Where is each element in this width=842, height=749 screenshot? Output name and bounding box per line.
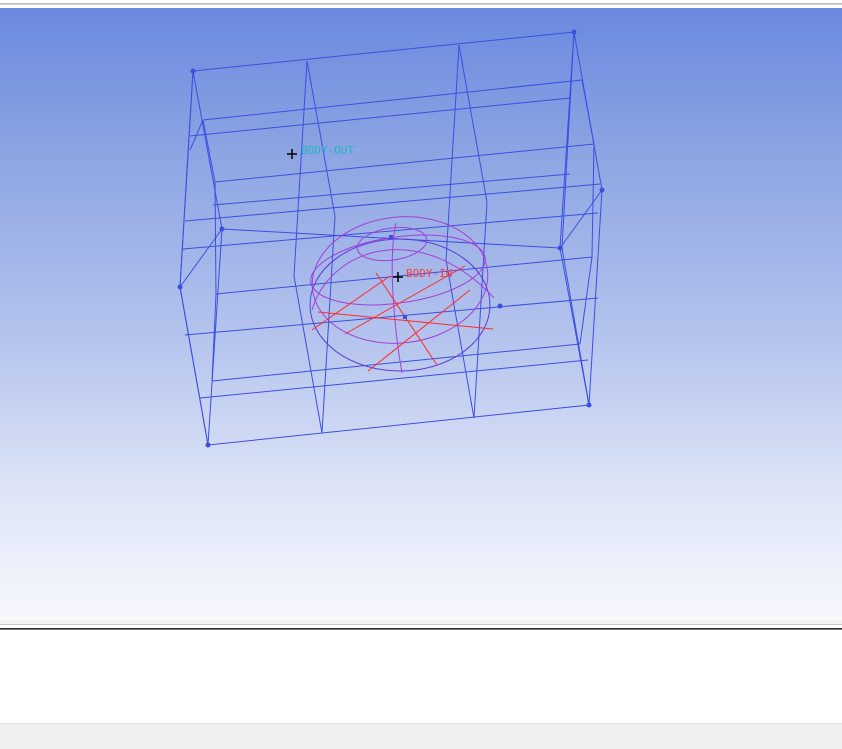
crosshair-icon: [287, 149, 297, 159]
inner-sphere-wireframe[interactable]: [306, 208, 503, 374]
body-out-label: BODY-OUT: [301, 144, 354, 157]
message-panel[interactable]: [0, 633, 842, 723]
body-out-marker[interactable]: BODY-OUT: [287, 144, 354, 159]
panel-splitter[interactable]: [0, 620, 842, 633]
graphics-viewport[interactable]: BODY-OUT BODY-IN: [0, 8, 842, 620]
crosshair-icon: [393, 272, 403, 282]
geometry-view[interactable]: BODY-OUT BODY-IN: [0, 8, 842, 620]
status-bar: [0, 723, 842, 749]
window-top-frame: [0, 0, 842, 8]
body-in-label: BODY-IN: [406, 267, 452, 280]
body-in-marker[interactable]: BODY-IN: [393, 267, 452, 282]
